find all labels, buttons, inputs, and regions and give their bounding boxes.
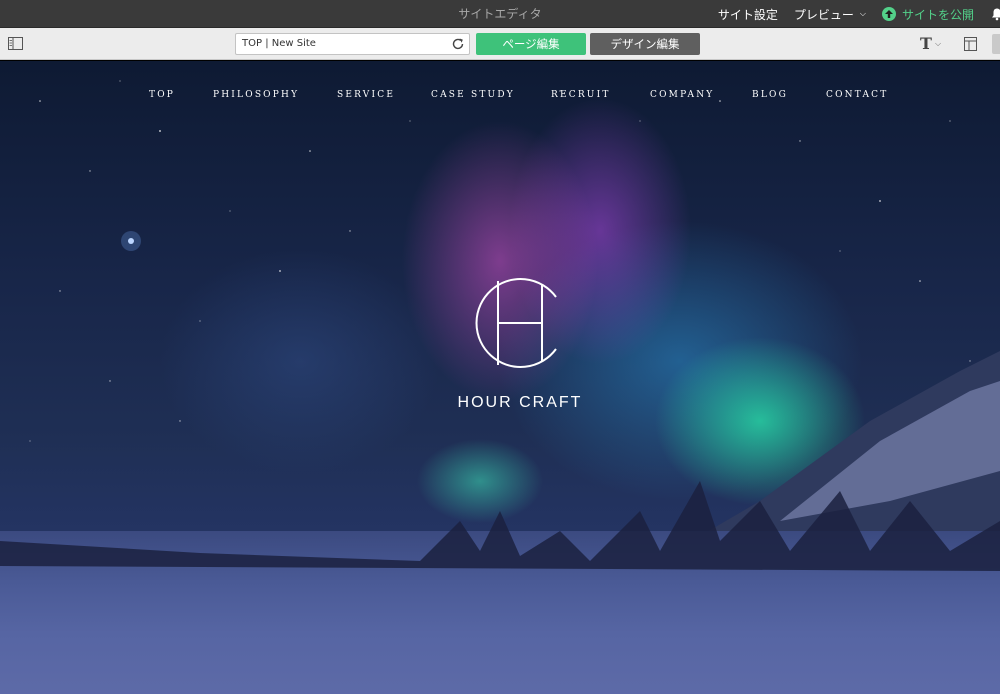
preview-label: プレビュー — [793, 7, 854, 22]
panel-edge-handle[interactable] — [992, 34, 1000, 54]
chevron-down-icon: ⌵ — [859, 9, 866, 18]
site-preview-hero: TOP PHILOSOPHY SERVICE CASE STUDY RECRUI… — [0, 61, 1000, 694]
app-title-bar: サイトエディタ サイト設定 プレビュー ⌵ サイトを公開 — [0, 0, 1000, 28]
site-settings-button[interactable]: サイト設定 — [718, 6, 778, 23]
layout-icon[interactable] — [964, 37, 977, 51]
nav-item-company[interactable]: COMPANY — [650, 90, 714, 100]
tree-line — [0, 481, 1000, 571]
site-navigation: TOP PHILOSOPHY SERVICE CASE STUDY RECRUI… — [0, 90, 1000, 104]
page-url-value: TOP | New Site — [242, 38, 316, 49]
preview-dropdown[interactable]: プレビュー ⌵ — [794, 6, 866, 23]
publish-site-button[interactable]: サイトを公開 — [881, 6, 974, 23]
nav-item-top[interactable]: TOP — [149, 90, 175, 100]
nav-item-philosophy[interactable]: PHILOSOPHY — [213, 90, 299, 100]
publish-label: サイトを公開 — [901, 7, 974, 22]
brand-name: HOUR CRAFT — [457, 394, 583, 411]
editor-toolbar: TOP | New Site ページ編集 デザイン編集 T ⌵ — [0, 28, 1000, 60]
page-url-field[interactable]: TOP | New Site — [235, 33, 470, 55]
design-edit-button[interactable]: デザイン編集 — [590, 33, 700, 55]
nav-item-case-study[interactable]: CASE STUDY — [431, 90, 515, 100]
sidebar-toggle-icon[interactable] — [8, 37, 23, 50]
text-style-icon[interactable]: T — [920, 34, 932, 53]
hour-craft-logo-icon[interactable] — [466, 277, 566, 369]
nav-item-service[interactable]: SERVICE — [337, 90, 395, 100]
nav-item-recruit[interactable]: RECRUIT — [551, 90, 611, 100]
bell-icon[interactable] — [990, 7, 1000, 21]
page-edit-button[interactable]: ページ編集 — [476, 33, 586, 55]
nav-item-contact[interactable]: CONTACT — [826, 90, 888, 100]
site-settings-label: サイト設定 — [717, 7, 778, 22]
reload-icon[interactable] — [451, 37, 465, 51]
chevron-down-icon[interactable]: ⌵ — [935, 39, 941, 49]
upload-arrow-icon — [881, 7, 896, 21]
nav-item-blog[interactable]: BLOG — [752, 90, 788, 100]
